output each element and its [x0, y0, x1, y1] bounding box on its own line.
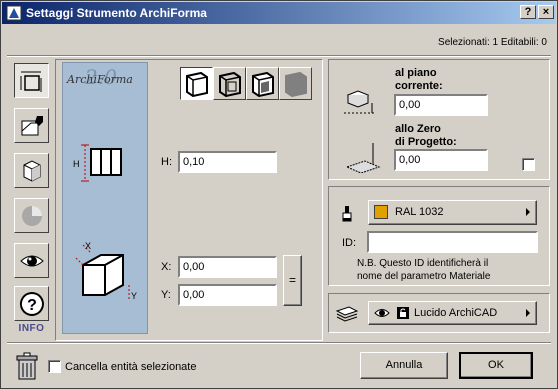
- ok-button[interactable]: OK: [459, 352, 533, 379]
- height-diagram-icon: H: [73, 144, 122, 182]
- sidebar-tab-shading[interactable]: [14, 198, 49, 233]
- solid-box-icon: [186, 71, 208, 97]
- y-label: Y:: [161, 289, 171, 301]
- shape-frame-button[interactable]: [213, 67, 246, 100]
- open-box-icon: [252, 71, 274, 97]
- id-label: ID:: [342, 237, 357, 249]
- zero-label-2: di Progetto:: [395, 136, 457, 148]
- link-xy-button[interactable]: =: [283, 255, 302, 306]
- project-zero-icon: [345, 143, 381, 173]
- x-field[interactable]: [178, 256, 277, 278]
- dialog-window: Settaggi Strumento ArchiForma ? × Selezi…: [0, 0, 558, 389]
- help-icon: ?: [19, 292, 44, 316]
- title-bar: Settaggi Strumento ArchiForma ? ×: [2, 2, 556, 24]
- svg-text:Y: Y: [131, 291, 137, 301]
- divider: [7, 342, 551, 344]
- material-note-line-2: nome del parametro Materiale: [357, 271, 491, 282]
- shape-shaded-button[interactable]: [279, 67, 312, 100]
- shape-solid-button[interactable]: [180, 67, 213, 100]
- dropdown-arrow-icon: [526, 208, 530, 216]
- material-name: RAL 1032: [395, 206, 444, 218]
- close-button[interactable]: ×: [538, 5, 554, 19]
- cube-icon: [23, 160, 41, 182]
- trash-icon: [16, 352, 38, 380]
- delete-selected-label: Cancella entità selezionate: [65, 361, 197, 373]
- xy-diagram-icon: X Y: [74, 241, 137, 301]
- material-note-line-1: N.B. Questo ID identificherà il: [357, 258, 489, 269]
- story-label-1: al piano: [395, 67, 437, 79]
- shaded-box-icon: [285, 71, 307, 97]
- elevation-checkbox[interactable]: [522, 158, 535, 171]
- shading-icon: [22, 206, 42, 226]
- layer-visible-eye-icon: [374, 309, 390, 317]
- story-label-2: corrente:: [395, 80, 443, 92]
- svg-text:X: X: [85, 241, 91, 251]
- sidebar-tab-help[interactable]: ?: [14, 286, 49, 321]
- geometry-icon: [20, 71, 42, 92]
- delete-selected-checkbox[interactable]: [48, 360, 61, 373]
- sidebar-tab-model[interactable]: [14, 153, 49, 188]
- zero-label-1: allo Zero: [395, 123, 441, 135]
- divider: [7, 55, 551, 57]
- sidebar-tab-floor-plan[interactable]: [14, 108, 49, 143]
- eye-icon: [20, 255, 44, 267]
- x-label: X:: [161, 261, 172, 273]
- dropdown-arrow-icon: [526, 309, 530, 317]
- selection-info: Selezionati: 1 Editabili: 0: [438, 37, 547, 48]
- archicad-app-icon: [6, 5, 22, 21]
- layer-name: Lucido ArchiCAD: [414, 307, 498, 319]
- height-label: H:: [161, 156, 172, 168]
- cancel-button[interactable]: Annulla: [360, 352, 448, 379]
- window-title: Settaggi Strumento ArchiForma: [26, 6, 207, 20]
- layer-dropdown[interactable]: Lucido ArchiCAD: [368, 301, 537, 325]
- frame-box-icon: [219, 71, 241, 97]
- layer-unlocked-icon: [397, 307, 409, 319]
- help-button[interactable]: ?: [520, 5, 536, 19]
- info-tab[interactable]: INFO: [14, 323, 49, 337]
- sidebar-tab-geometry[interactable]: [14, 63, 49, 98]
- height-field[interactable]: [178, 151, 277, 173]
- layers-icon: [335, 306, 359, 322]
- y-field[interactable]: [178, 284, 277, 306]
- floor-plan-icon: [21, 116, 43, 136]
- svg-text:H: H: [73, 159, 80, 169]
- preview-pane: 2.0 ArchiForma H X Y: [62, 62, 148, 334]
- logo-text: ArchiForma: [67, 73, 133, 86]
- shape-open-button[interactable]: [246, 67, 279, 100]
- story-elevation-icon: [344, 90, 376, 114]
- material-swatch: [374, 205, 388, 219]
- paint-brush-icon: [342, 206, 352, 222]
- story-elevation-field[interactable]: [394, 94, 488, 116]
- project-zero-field[interactable]: [394, 149, 488, 171]
- material-dropdown[interactable]: RAL 1032: [368, 200, 537, 225]
- sidebar-tab-view[interactable]: [14, 243, 49, 278]
- svg-text:?: ?: [27, 297, 37, 314]
- material-id-field[interactable]: [367, 231, 538, 253]
